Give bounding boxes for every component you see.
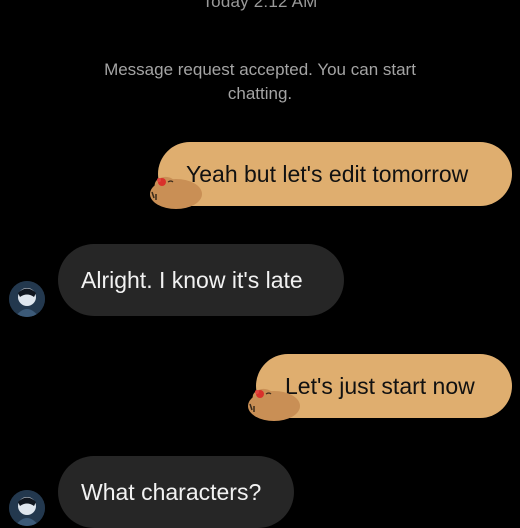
- outgoing-message-bubble[interactable]: Let's just start now: [248, 354, 512, 421]
- message-text: Yeah but let's edit tomorrow: [186, 160, 469, 187]
- message-text: What characters?: [81, 478, 262, 505]
- timestamp: Today 2:12 AM: [202, 0, 318, 11]
- incoming-message-bubble[interactable]: Alright. I know it's late: [58, 244, 344, 316]
- capybara-sticker-icon: [248, 388, 300, 421]
- system-notice: Message request accepted. You can start …: [104, 60, 416, 103]
- contact-avatar[interactable]: [9, 281, 45, 317]
- contact-avatar[interactable]: [9, 490, 45, 526]
- capybara-sticker-icon: [150, 176, 202, 209]
- message-text: Alright. I know it's late: [81, 266, 303, 293]
- incoming-message-bubble[interactable]: What characters?: [58, 456, 294, 528]
- outgoing-message-bubble[interactable]: Yeah but let's edit tomorrow: [150, 142, 512, 209]
- message-text: Let's just start now: [285, 372, 475, 399]
